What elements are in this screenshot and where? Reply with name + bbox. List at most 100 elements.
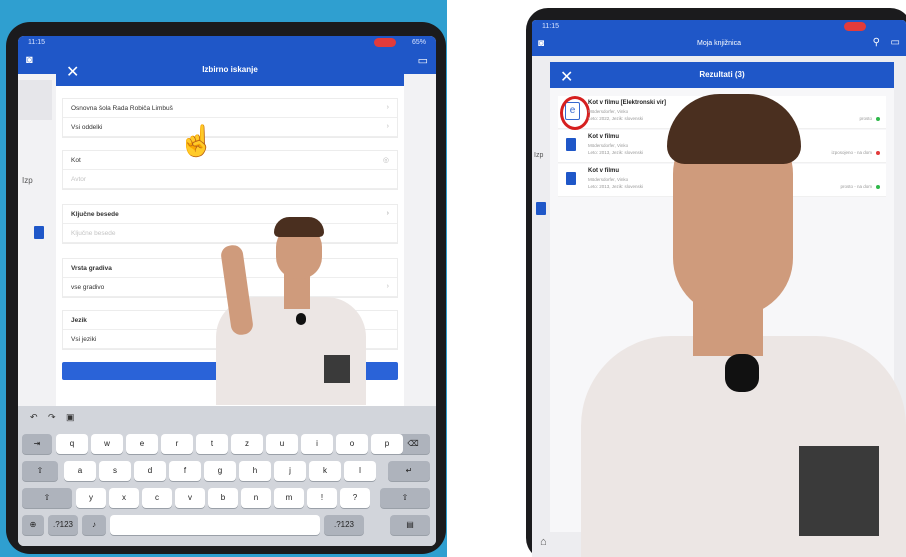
- mic-key[interactable]: ♪: [82, 515, 106, 535]
- material-label: Vrsta gradiva: [71, 265, 112, 272]
- key-2[interactable]: e: [126, 434, 158, 454]
- key-7[interactable]: k: [309, 461, 341, 481]
- shift-right-key[interactable]: ⇧: [380, 488, 430, 508]
- key-8[interactable]: o: [336, 434, 368, 454]
- shirt-pocket-print: [799, 446, 879, 536]
- department-value: Vsi oddelki: [71, 124, 103, 131]
- author-input[interactable]: Avtor: [63, 170, 397, 189]
- book-icon: [566, 172, 576, 185]
- title-input[interactable]: Kot ◎: [63, 151, 397, 170]
- status-bar: 11:15 65%: [18, 36, 436, 50]
- key-0[interactable]: a: [64, 461, 96, 481]
- status-time: 11:15: [542, 23, 559, 30]
- key-4[interactable]: t: [196, 434, 228, 454]
- key-4[interactable]: g: [204, 461, 236, 481]
- key-5[interactable]: z: [231, 434, 263, 454]
- key-8[interactable]: ?: [340, 488, 370, 508]
- modal-header: ✕ Rezultati (3): [550, 62, 894, 88]
- space-key[interactable]: [110, 515, 320, 535]
- key-2[interactable]: c: [142, 488, 172, 508]
- author-placeholder: Avtor: [71, 176, 87, 183]
- recording-indicator: [844, 22, 866, 31]
- background-label: Izp: [22, 176, 33, 185]
- key-3[interactable]: v: [175, 488, 205, 508]
- key-1[interactable]: w: [91, 434, 123, 454]
- key-3[interactable]: f: [169, 461, 201, 481]
- chevron-right-icon: ›: [386, 123, 389, 130]
- key-0[interactable]: y: [76, 488, 106, 508]
- key-6[interactable]: j: [274, 461, 306, 481]
- language-label: Jezik: [71, 317, 87, 324]
- modal-title: Rezultati (3): [699, 70, 745, 79]
- background-book-icon: [536, 202, 546, 215]
- key-3[interactable]: r: [161, 434, 193, 454]
- hand-pointer-icon: ☝: [178, 125, 216, 158]
- chevron-right-icon: ›: [386, 104, 389, 111]
- title-input-value: Kot: [71, 157, 81, 164]
- book-icon: [566, 138, 576, 151]
- tab-key[interactable]: ⇥: [22, 434, 52, 454]
- title-author-group: Kot ◎ Avtor: [62, 150, 398, 190]
- number-key-right[interactable]: .?123: [324, 515, 364, 535]
- chevron-right-icon: ›: [386, 283, 389, 290]
- key-7[interactable]: !: [307, 488, 337, 508]
- key-1[interactable]: x: [109, 488, 139, 508]
- key-7[interactable]: i: [301, 434, 333, 454]
- department-select[interactable]: Vsi oddelki ›: [63, 118, 397, 137]
- on-screen-keyboard: ↶ ↷ ▣ ⇥ ⌫ ⇧ ↵ ⇧ ⇧ ⊕ .?123 ♪ .?123 ▤ qwer…: [18, 406, 436, 546]
- background-card: [18, 80, 52, 120]
- key-5[interactable]: h: [239, 461, 271, 481]
- background-label: Izp: [534, 152, 544, 159]
- language-value: Vsi jeziki: [71, 336, 97, 343]
- status-time: 11:15: [28, 39, 45, 46]
- keywords-label: Ključne besede: [71, 211, 119, 218]
- key-2[interactable]: d: [134, 461, 166, 481]
- app-bar: ◙ Moja knjižnica ⚲ ▭: [532, 34, 906, 56]
- clipboard-icon[interactable]: ▣: [66, 412, 75, 423]
- key-8[interactable]: l: [344, 461, 376, 481]
- background-book-icon: [34, 226, 44, 239]
- status-bar: 11:15: [532, 20, 906, 34]
- material-value: vse gradivo: [71, 284, 105, 291]
- right-video-frame: 11:15 ◙ Moja knjižnica ⚲ ▭ Izp ⌂ ✕ Rezul…: [521, 0, 906, 557]
- microphone: [725, 354, 759, 392]
- undo-icon[interactable]: ↶: [30, 412, 38, 423]
- key-1[interactable]: s: [99, 461, 131, 481]
- search-icon[interactable]: ⚲: [873, 37, 880, 48]
- number-key-left[interactable]: .?123: [48, 515, 78, 535]
- presenter-left: [186, 215, 386, 405]
- presenter-hair: [667, 94, 801, 164]
- chevron-right-icon: ›: [386, 210, 389, 217]
- modal-title: Izbirno iskanje: [202, 65, 258, 74]
- camera-icon[interactable]: ◙: [26, 54, 33, 66]
- battery-level: 65%: [411, 39, 426, 46]
- key-9[interactable]: p: [371, 434, 403, 454]
- left-video-frame: 11:15 65% ◙ ▭ Izp ✕ Izbirno iskanje Osno…: [0, 0, 447, 557]
- card-icon[interactable]: ▭: [418, 54, 428, 67]
- presenter-right: [581, 86, 906, 557]
- card-icon[interactable]: ▭: [891, 37, 900, 48]
- shirt-pocket-print: [324, 355, 350, 383]
- key-5[interactable]: n: [241, 488, 271, 508]
- modal-header: ✕ Izbirno iskanje: [56, 56, 404, 86]
- return-key[interactable]: ↵: [388, 461, 430, 481]
- key-0[interactable]: q: [56, 434, 88, 454]
- shift-left-key[interactable]: ⇧: [22, 488, 72, 508]
- school-select[interactable]: Osnovna šola Rada Robiča Limbuš ›: [63, 99, 397, 118]
- presenter-hair: [274, 217, 324, 237]
- key-4[interactable]: b: [208, 488, 238, 508]
- caps-key[interactable]: ⇧: [22, 461, 58, 481]
- globe-key[interactable]: ⊕: [22, 515, 44, 535]
- app-title: Moja knjižnica: [697, 40, 741, 47]
- redo-icon[interactable]: ↷: [48, 412, 56, 423]
- home-icon[interactable]: ⌂: [540, 536, 547, 548]
- school-group: Osnovna šola Rada Robiča Limbuš › Vsi odd…: [62, 98, 398, 138]
- school-value: Osnovna šola Rada Robiča Limbuš: [71, 105, 173, 112]
- keywords-placeholder: Ključne besede: [71, 230, 116, 237]
- key-6[interactable]: u: [266, 434, 298, 454]
- eye-icon[interactable]: ◎: [383, 156, 389, 164]
- recording-indicator: [374, 38, 396, 47]
- microphone: [296, 313, 306, 325]
- hide-keyboard-key[interactable]: ▤: [390, 515, 430, 535]
- key-6[interactable]: m: [274, 488, 304, 508]
